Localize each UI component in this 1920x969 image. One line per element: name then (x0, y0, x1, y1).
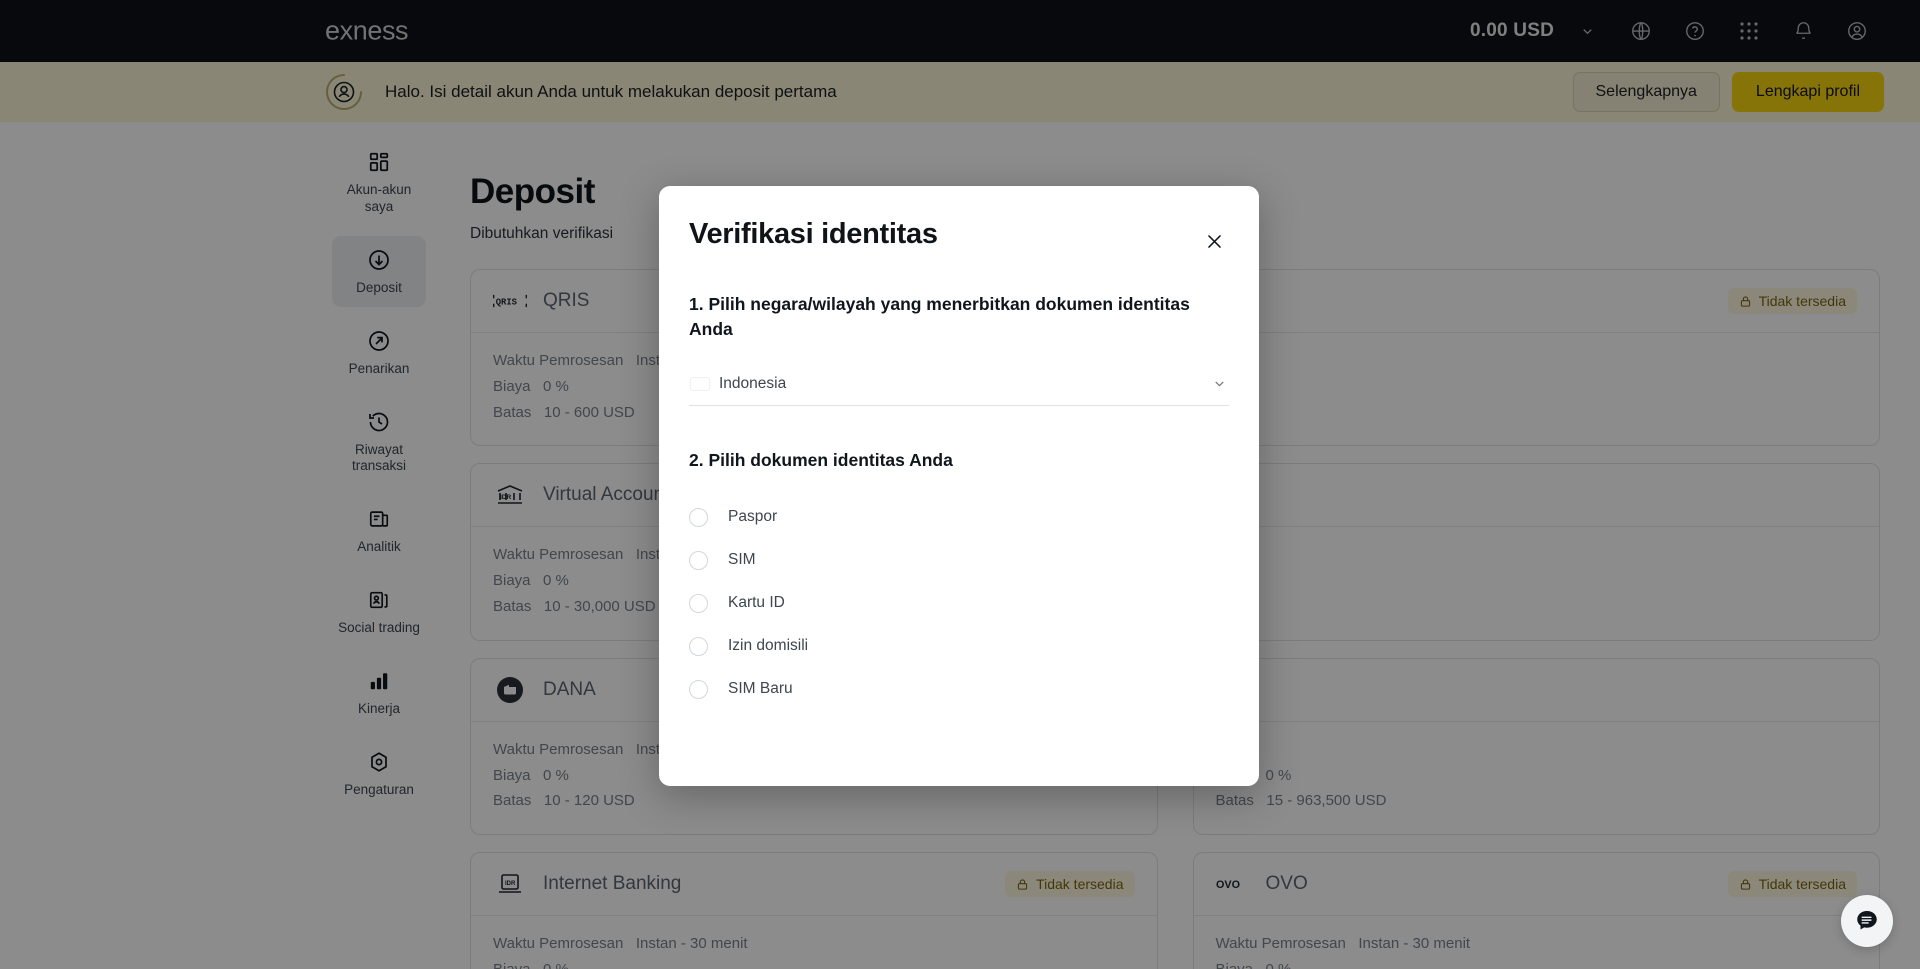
radio-label: Paspor (728, 508, 777, 526)
identity-verification-modal: Verifikasi identitas 1. Pilih negara/wil… (659, 186, 1259, 786)
radio-option-passport[interactable]: Paspor (689, 496, 1229, 539)
chevron-down-icon (1212, 376, 1227, 391)
country-select-value: Indonesia (719, 375, 1202, 393)
radio-option-id-card[interactable]: Kartu ID (689, 582, 1229, 625)
indonesia-flag-icon (691, 378, 709, 390)
radio-indicator[interactable] (689, 637, 708, 656)
radio-indicator[interactable] (689, 680, 708, 699)
chat-bubble-icon[interactable] (1841, 895, 1893, 947)
radio-indicator[interactable] (689, 508, 708, 527)
step-1-title: 1. Pilih negara/wilayah yang menerbitkan… (689, 292, 1229, 343)
radio-indicator[interactable] (689, 551, 708, 570)
modal-header: Verifikasi identitas (689, 186, 1229, 256)
step-2-title: 2. Pilih dokumen identitas Anda (689, 450, 1229, 471)
close-icon[interactable] (1199, 226, 1229, 256)
document-type-radio-group: Paspor SIM Kartu ID Izin domisili SIM Ba… (689, 496, 1229, 711)
radio-label: Izin domisili (728, 637, 808, 655)
radio-option-drivers-license[interactable]: SIM (689, 539, 1229, 582)
modal-layer: Verifikasi identitas 1. Pilih negara/wil… (0, 0, 1920, 969)
radio-indicator[interactable] (689, 594, 708, 613)
radio-option-new-drivers-license[interactable]: SIM Baru (689, 668, 1229, 711)
modal-title: Verifikasi identitas (689, 218, 938, 251)
radio-label: SIM Baru (728, 680, 793, 698)
country-select[interactable]: Indonesia (689, 365, 1229, 406)
radio-option-residence-permit[interactable]: Izin domisili (689, 625, 1229, 668)
app-root: exness 0.00 USD (0, 0, 1920, 969)
radio-label: SIM (728, 551, 756, 569)
radio-label: Kartu ID (728, 594, 785, 612)
